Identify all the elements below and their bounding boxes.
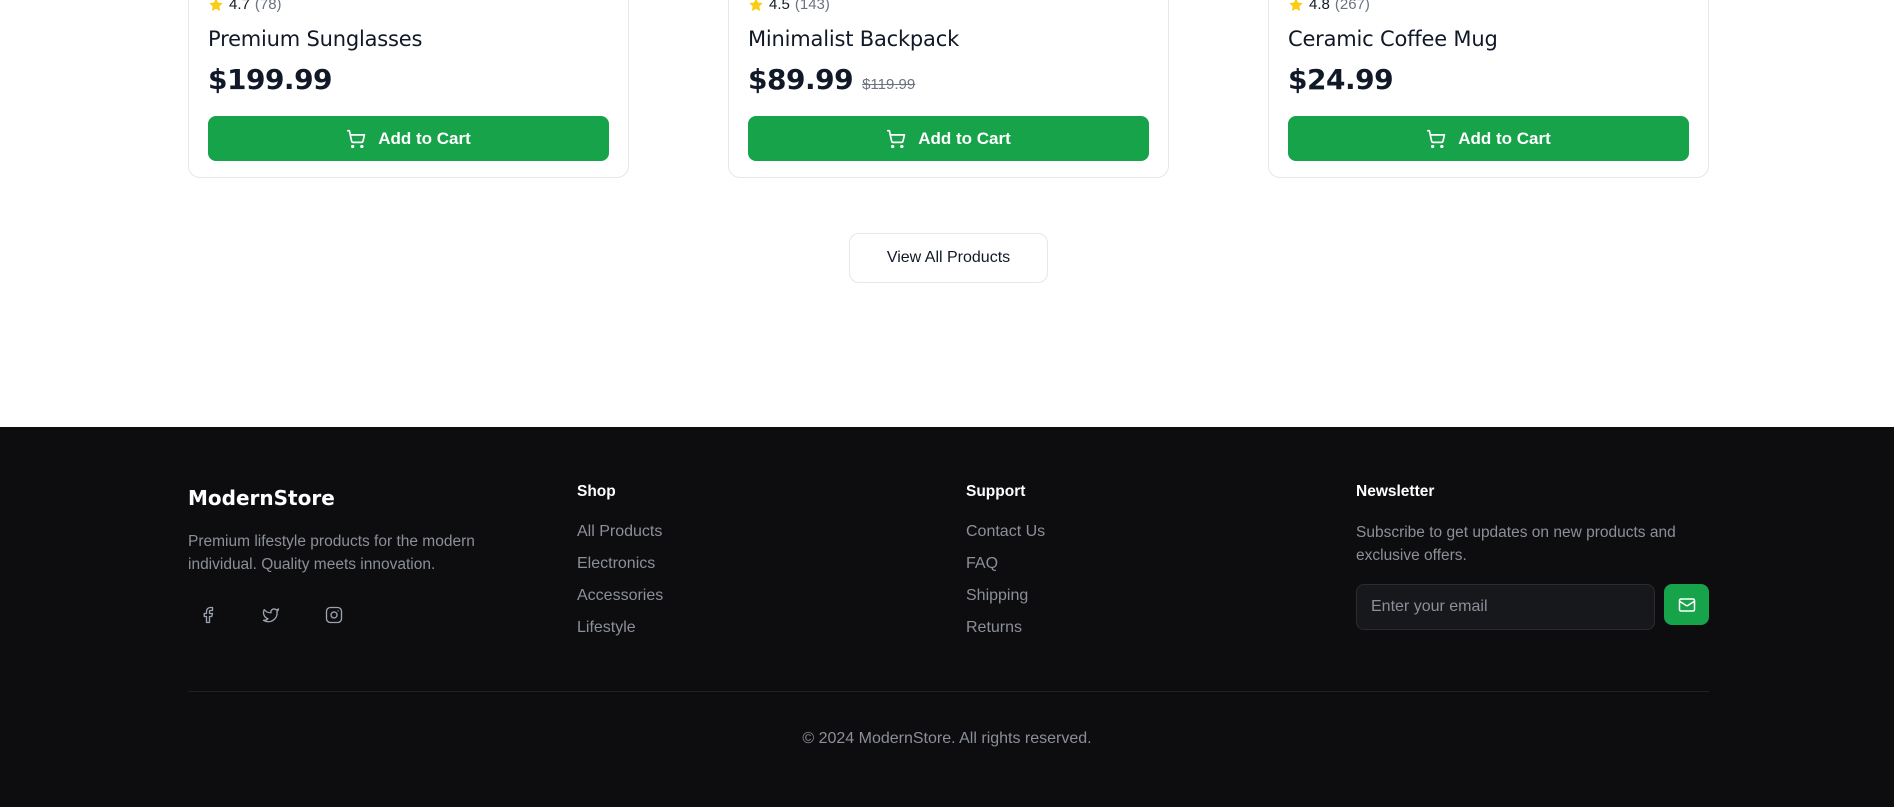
instagram-icon[interactable]	[324, 605, 344, 625]
support-heading: Support	[966, 483, 1026, 500]
product-price: $199.99	[208, 63, 333, 96]
star-icon	[1289, 0, 1303, 11]
review-count: (143)	[794, 0, 830, 13]
product-rating: 4.7 (78)	[208, 0, 282, 13]
twitter-icon[interactable]	[261, 605, 281, 625]
review-count: (267)	[1334, 0, 1370, 13]
add-to-cart-label: Add to Cart	[918, 128, 1011, 148]
newsletter-description: Subscribe to get updates on new products…	[1356, 524, 1676, 564]
rating-value: 4.7	[229, 0, 250, 13]
facebook-icon[interactable]	[198, 605, 218, 625]
add-to-cart-label: Add to Cart	[1458, 128, 1551, 148]
footer-link-contact-us[interactable]: Contact Us	[966, 522, 1045, 554]
add-to-cart-button[interactable]: Add to Cart	[748, 116, 1149, 161]
product-name[interactable]: Minimalist Backpack	[748, 27, 959, 51]
product-price: $24.99	[1288, 63, 1394, 96]
footer-link-all-products[interactable]: All Products	[577, 522, 663, 554]
cart-icon	[1427, 129, 1446, 148]
star-icon	[749, 0, 763, 11]
view-all-products-button[interactable]: View All Products	[849, 233, 1048, 283]
product-card[interactable]: 4.8 (267) Ceramic Coffee Mug $24.99 Add …	[1268, 0, 1709, 178]
product-rating: 4.8 (267)	[1288, 0, 1370, 13]
price-row: $199.99	[208, 63, 333, 96]
newsletter-email-input[interactable]	[1356, 584, 1655, 630]
product-card[interactable]: 4.7 (78) Premium Sunglasses $199.99 Add …	[188, 0, 629, 178]
footer-divider	[188, 691, 1709, 692]
site-footer: ModernStore Premium lifestyle products f…	[0, 427, 1894, 807]
footer-link-electronics[interactable]: Electronics	[577, 554, 663, 586]
newsletter-heading: Newsletter	[1356, 483, 1435, 500]
product-card[interactable]: 4.5 (143) Minimalist Backpack $89.99 $11…	[728, 0, 1169, 178]
cart-icon	[347, 129, 366, 148]
add-to-cart-button[interactable]: Add to Cart	[1288, 116, 1689, 161]
rating-value: 4.8	[1309, 0, 1330, 13]
product-rating: 4.5 (143)	[748, 0, 830, 13]
footer-link-accessories[interactable]: Accessories	[577, 586, 663, 618]
brand-description: Premium lifestyle products for the moder…	[188, 533, 475, 573]
original-price: $119.99	[862, 76, 916, 93]
shop-links: All Products Electronics Accessories Lif…	[577, 522, 663, 650]
footer-link-returns[interactable]: Returns	[966, 618, 1045, 650]
cart-icon	[887, 129, 906, 148]
product-price: $89.99	[748, 63, 854, 96]
footer-link-faq[interactable]: FAQ	[966, 554, 1045, 586]
star-icon	[209, 0, 223, 11]
price-row: $24.99	[1288, 63, 1394, 96]
newsletter-subscribe-button[interactable]	[1664, 584, 1709, 625]
featured-products-section: 4.7 (78) Premium Sunglasses $199.99 Add …	[0, 0, 1894, 427]
price-row: $89.99 $119.99	[748, 63, 915, 96]
support-links: Contact Us FAQ Shipping Returns	[966, 522, 1045, 650]
add-to-cart-label: Add to Cart	[378, 128, 471, 148]
copyright-text: © 2024 ModernStore. All rights reserved.	[802, 730, 1092, 747]
mail-icon	[1678, 597, 1695, 612]
rating-value: 4.5	[769, 0, 790, 13]
footer-brand[interactable]: ModernStore	[188, 486, 335, 510]
review-count: (78)	[254, 0, 282, 13]
product-name[interactable]: Premium Sunglasses	[208, 27, 422, 51]
shop-heading: Shop	[577, 483, 616, 500]
product-name[interactable]: Ceramic Coffee Mug	[1288, 27, 1498, 51]
footer-link-shipping[interactable]: Shipping	[966, 586, 1045, 618]
social-links	[198, 605, 344, 625]
add-to-cart-button[interactable]: Add to Cart	[208, 116, 609, 161]
footer-link-lifestyle[interactable]: Lifestyle	[577, 618, 663, 650]
